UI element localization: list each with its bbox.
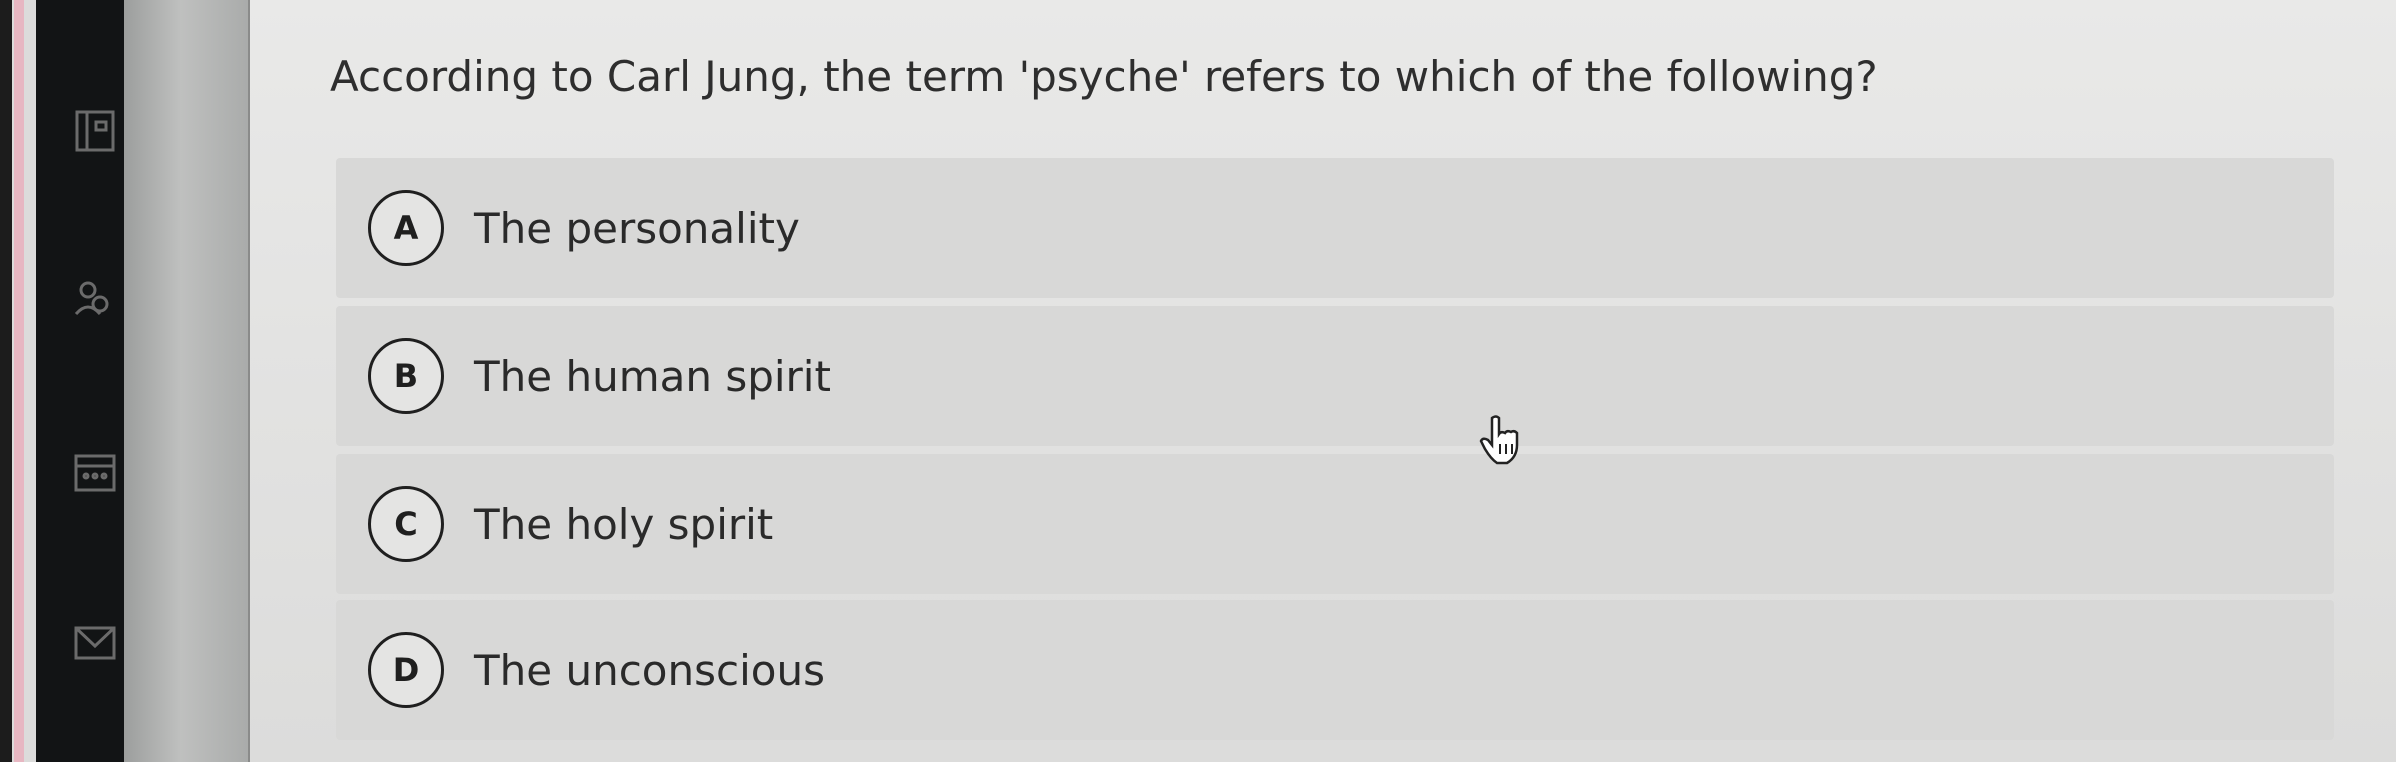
option-label: The personality <box>474 203 800 253</box>
question-text: According to Carl Jung, the term 'psyche… <box>330 52 1878 101</box>
option-label: The holy spirit <box>474 499 774 549</box>
option-letter: A <box>368 190 444 266</box>
option-b[interactable]: B The human spirit <box>336 306 2334 446</box>
option-label: The unconscious <box>474 645 825 695</box>
calendar-icon[interactable] <box>68 440 122 502</box>
option-letter: D <box>368 632 444 708</box>
option-label: The human spirit <box>474 351 831 401</box>
option-letter: B <box>368 338 444 414</box>
hand-cursor-icon <box>1479 415 1519 465</box>
window-edge <box>0 0 24 762</box>
option-c[interactable]: C The holy spirit <box>336 454 2334 594</box>
people-icon[interactable] <box>68 270 122 332</box>
option-a[interactable]: A The personality <box>336 158 2334 298</box>
option-letter: C <box>368 486 444 562</box>
option-d[interactable]: D The unconscious <box>336 600 2334 740</box>
side-panel <box>124 0 250 762</box>
mail-icon[interactable] <box>68 612 122 674</box>
book-icon[interactable] <box>68 100 122 162</box>
